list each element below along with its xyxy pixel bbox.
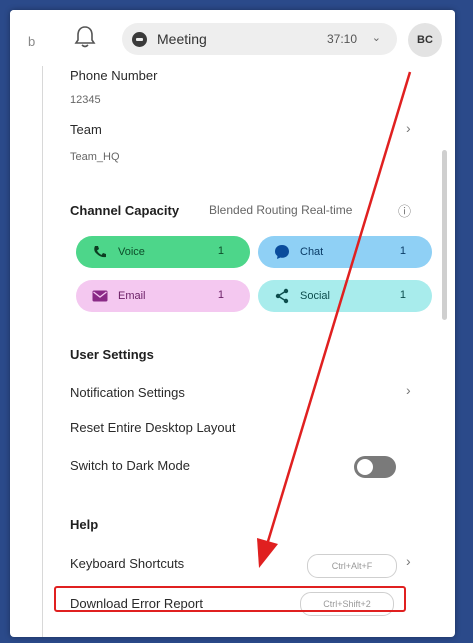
channel-chip-voice: Voice 1 bbox=[76, 236, 250, 268]
shortcut-keys: Ctrl+Alt+F bbox=[331, 561, 373, 571]
dark-mode-label: Switch to Dark Mode bbox=[70, 458, 190, 473]
keyboard-shortcuts-item[interactable]: Keyboard Shortcuts bbox=[70, 556, 184, 571]
scrollbar[interactable] bbox=[442, 150, 447, 320]
keyboard-shortcut-badge: Ctrl+Alt+F bbox=[307, 554, 397, 578]
channel-capacity-title: Channel Capacity bbox=[70, 203, 180, 218]
phone-icon bbox=[92, 244, 108, 260]
chat-bubble-icon bbox=[274, 244, 290, 260]
share-icon bbox=[274, 288, 290, 304]
team-value: Team_HQ bbox=[70, 151, 120, 163]
notification-settings-item[interactable]: Notification Settings bbox=[70, 384, 430, 406]
app-window: b Meeting 37:10 ⌄ BC Phone Number 12345 … bbox=[10, 10, 455, 637]
team-label: Team bbox=[70, 122, 102, 137]
dark-mode-toggle[interactable] bbox=[354, 456, 396, 478]
chevron-right-icon[interactable]: › bbox=[406, 553, 411, 569]
channel-name: Voice bbox=[118, 246, 145, 258]
toggle-knob bbox=[357, 459, 373, 475]
channel-chip-social: Social 1 bbox=[258, 280, 432, 312]
phone-number-value: 12345 bbox=[70, 94, 101, 106]
channel-name: Chat bbox=[300, 246, 324, 258]
meeting-status-icon bbox=[132, 31, 147, 47]
state-selector[interactable]: Meeting 37:10 ⌄ bbox=[122, 23, 397, 55]
info-icon[interactable]: ⓘ bbox=[398, 201, 411, 220]
user-settings-title: User Settings bbox=[70, 347, 154, 362]
annotation-highlight-box bbox=[54, 586, 406, 612]
state-timer: 37:10 bbox=[326, 32, 357, 46]
help-title: Help bbox=[70, 517, 99, 532]
phone-number-label: Phone Number bbox=[70, 68, 158, 83]
channel-name: Social bbox=[300, 290, 330, 302]
notification-settings-label: Notification Settings bbox=[70, 385, 185, 400]
channel-count: 1 bbox=[399, 245, 406, 257]
team-chevron-icon[interactable]: › bbox=[406, 120, 411, 136]
reset-layout-item[interactable]: Reset Entire Desktop Layout bbox=[70, 420, 235, 435]
left-edge-glyph: b bbox=[28, 34, 36, 49]
chevron-down-icon: ⌄ bbox=[371, 32, 381, 44]
channel-name: Email bbox=[118, 290, 146, 302]
chevron-right-icon[interactable]: › bbox=[406, 382, 411, 398]
email-icon bbox=[92, 288, 108, 304]
routing-mode-text: Blended Routing Real-time bbox=[209, 203, 353, 217]
top-bar: b Meeting 37:10 ⌄ BC bbox=[10, 10, 455, 66]
channel-chip-chat: Chat 1 bbox=[258, 236, 432, 268]
channel-count: 1 bbox=[217, 245, 224, 257]
channel-count: 1 bbox=[399, 289, 406, 301]
bell-icon[interactable] bbox=[74, 25, 96, 49]
channel-chip-email: Email 1 bbox=[76, 280, 250, 312]
channel-count: 1 bbox=[217, 289, 224, 301]
avatar[interactable]: BC bbox=[408, 23, 442, 57]
state-label: Meeting bbox=[157, 31, 207, 47]
